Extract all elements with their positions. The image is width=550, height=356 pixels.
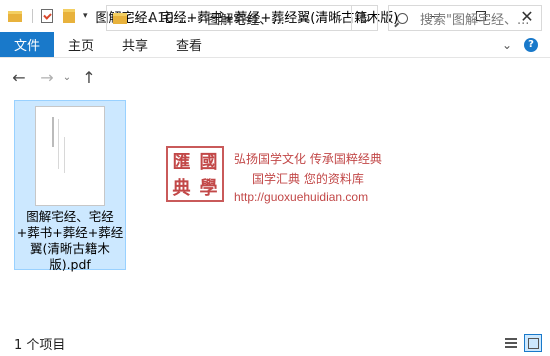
pdf-thumbnail xyxy=(35,106,105,206)
navigation-bar: ← → ⌄ ↑ xyxy=(0,59,550,95)
watermark-slogan-1: 弘扬国学文化 传承国粹经典 xyxy=(234,152,382,166)
watermark-slogan-2: 国学汇典 您的资料库 xyxy=(252,172,364,186)
up-button[interactable]: ↑ xyxy=(78,68,100,87)
status-bar: 1 个项目 xyxy=(0,330,550,356)
toolbar-divider xyxy=(32,9,33,23)
tab-file[interactable]: 文件 xyxy=(0,32,55,57)
address-dropdown[interactable]: ⌄ xyxy=(329,13,351,24)
search-placeholder: 搜索"图解宅经、... xyxy=(420,12,530,28)
seal-char: 匯 xyxy=(172,152,191,173)
thumbnail-text-line xyxy=(64,137,65,173)
help-icon[interactable]: ? xyxy=(524,37,538,52)
breadcrumb-a10[interactable]: A10-... xyxy=(148,11,191,26)
item-count: 1 个项目 xyxy=(14,337,66,353)
view-switcher xyxy=(502,334,542,352)
large-icons-view-icon[interactable] xyxy=(524,334,542,352)
details-view-icon[interactable] xyxy=(502,334,520,352)
large-icon-square xyxy=(527,337,539,349)
seal-char: 典 xyxy=(172,178,191,199)
thumbnail-text-line xyxy=(58,119,59,169)
back-button[interactable]: ← xyxy=(8,68,30,87)
recent-locations-dropdown[interactable]: ⌄ xyxy=(60,72,74,83)
folder-icon xyxy=(113,12,127,24)
file-item-pdf[interactable]: 图解宅经、宅经+葬书+葬经+葬经翼(清晰古籍木版).pdf xyxy=(14,100,126,272)
file-name: 图解宅经、宅经+葬书+葬经+葬经翼(清晰古籍木版).pdf xyxy=(16,209,124,272)
ribbon-right: ⌄ ? xyxy=(502,32,550,57)
expand-ribbon-icon[interactable]: ⌄ xyxy=(502,38,512,52)
properties-icon[interactable] xyxy=(41,9,53,23)
forward-button[interactable]: → xyxy=(36,68,58,87)
seal-char: 學 xyxy=(199,178,218,199)
details-line xyxy=(505,338,517,340)
customize-toolbar-dropdown[interactable]: ▾ xyxy=(83,11,88,21)
file-list[interactable]: 图解宅经、宅经+葬书+葬经+葬经翼(清晰古籍木版).pdf 匯 國 典 學 弘扬… xyxy=(0,96,550,328)
tab-share[interactable]: 共享 xyxy=(108,32,162,57)
details-line xyxy=(505,342,517,344)
details-line xyxy=(505,346,517,348)
quick-access-toolbar: ▾ xyxy=(0,0,96,32)
ribbon-tabs: 文件 主页 共享 查看 ⌄ ? xyxy=(0,32,550,58)
new-folder-icon[interactable] xyxy=(63,9,75,23)
refresh-button[interactable]: ↻ xyxy=(351,6,377,30)
address-bar[interactable]: « A10-... › 图解宅经、... ⌄ ↻ xyxy=(106,5,378,31)
tab-home[interactable]: 主页 xyxy=(54,32,108,57)
tab-label: 文件 xyxy=(14,39,41,54)
search-icon xyxy=(397,12,408,24)
seal-logo: 匯 國 典 學 xyxy=(166,146,224,202)
breadcrumb-current[interactable]: 图解宅经、... xyxy=(207,9,284,28)
watermark-url: http://guoxuehuidian.com xyxy=(234,190,369,204)
address-overflow-icon[interactable]: « xyxy=(135,11,142,25)
watermark: 匯 國 典 學 弘扬国学文化 传承国粹经典 国学汇典 您的资料库 http://… xyxy=(166,146,396,206)
seal-char: 國 xyxy=(199,152,218,173)
folder-icon[interactable] xyxy=(8,10,22,22)
thumbnail-text-line xyxy=(52,117,54,147)
search-box[interactable]: 搜索"图解宅经、... xyxy=(388,5,542,31)
chevron-right-icon[interactable]: › xyxy=(197,12,201,25)
tab-view[interactable]: 查看 xyxy=(162,32,216,57)
